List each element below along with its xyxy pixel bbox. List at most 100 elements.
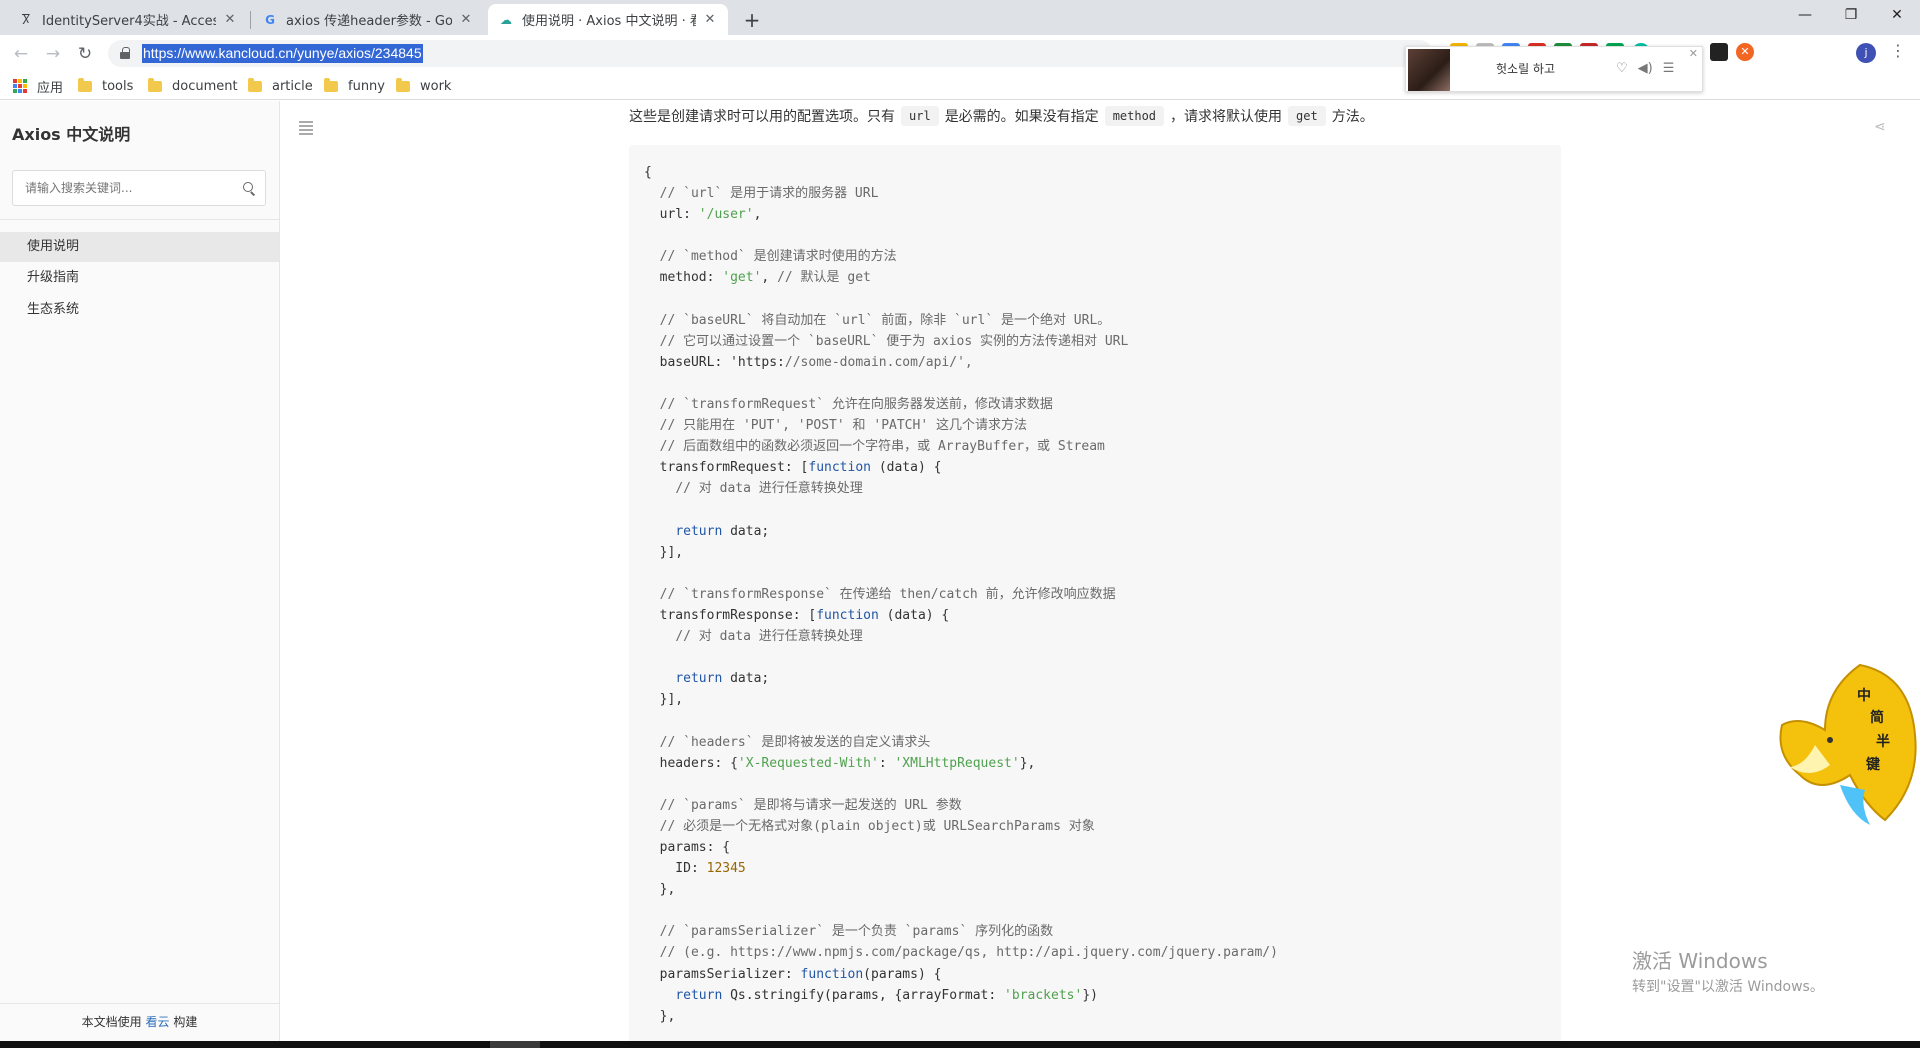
close-icon[interactable]: ✕ <box>1689 47 1698 60</box>
code-line: // 对 data 进行任意转换处理 <box>675 481 863 497</box>
ime-char: 半 <box>1876 734 1890 750</box>
folder-icon <box>148 77 162 92</box>
restore-button[interactable]: ❐ <box>1828 0 1874 30</box>
tab-strip: Ⴟ IdentityServer4实战 - AccessTo ✕ G axios… <box>0 0 1920 35</box>
code-line: ​ <box>644 647 1278 668</box>
inline-code: method <box>1104 106 1165 126</box>
folder-icon <box>248 77 262 92</box>
search-box <box>12 170 266 206</box>
playlist-icon[interactable]: ☰ <box>1663 61 1675 76</box>
kancloud-link[interactable]: 看云 <box>145 1015 169 1029</box>
code-line: // `baseURL` 将自动加在 `url` 前面，除非 `url` 是一个… <box>659 312 1111 328</box>
album-art <box>1408 49 1450 91</box>
sidebar-footer: 本文档使用 看云 构建 <box>0 1003 279 1041</box>
share-icon[interactable]: ⋖ <box>1874 119 1886 135</box>
ime-char: 键 <box>1866 757 1880 773</box>
watermark-line1: 激活 Windows <box>1632 949 1768 973</box>
code-line: // `transformResponse` 在传递给 then/catch 前… <box>659 586 1116 602</box>
tab-close-icon[interactable]: ✕ <box>458 12 474 28</box>
bookmark-folder-document[interactable]: document <box>148 76 238 96</box>
folder-icon <box>324 77 338 92</box>
extension-icon[interactable] <box>1710 43 1728 61</box>
tab-identityserver[interactable]: Ⴟ IdentityServer4实战 - AccessTo ✕ <box>8 4 248 35</box>
url-text[interactable]: https://www.kancloud.cn/yunye/axios/2348… <box>142 44 423 63</box>
search-input[interactable] <box>13 171 223 205</box>
ime-mascot-widget[interactable]: 中 简 半 键 <box>1770 655 1920 830</box>
code-line: transformResponse: [function (data) { <box>644 607 950 623</box>
intro-text: 方法。 <box>1331 109 1374 125</box>
sidebar-item-ecosystem[interactable]: 生态系统 <box>0 295 279 325</box>
volume-icon[interactable]: ◀) <box>1638 61 1653 76</box>
code-line: // `headers` 是即将被发送的自定义请求头 <box>659 734 931 750</box>
profile-avatar[interactable]: j <box>1856 43 1876 63</box>
tab-google-search[interactable]: G axios 传递header参数 - Google ✕ <box>252 4 484 35</box>
code-line: params: { <box>644 840 731 855</box>
tab-title: 使用说明 · Axios 中文说明 · 看云 <box>522 14 696 29</box>
bookmark-apps[interactable]: 应用 <box>13 76 63 96</box>
taskbar-item[interactable] <box>490 1041 540 1048</box>
sidebar: Axios 中文说明 使用说明 升级指南 生态系统 本文档使用 看云 构建 <box>0 101 280 1041</box>
tab-axios-docs[interactable]: ☁ 使用说明 · Axios 中文说明 · 看云 ✕ <box>488 4 728 35</box>
code-line: ​ <box>644 289 1278 310</box>
menu-toggle-icon[interactable] <box>299 121 313 135</box>
bookmark-label: 应用 <box>37 80 64 96</box>
apps-grid-icon <box>13 79 27 93</box>
code-line: // `paramsSerializer` 是一个负责 `params` 序列化… <box>659 924 1054 940</box>
ime-char: 简 <box>1870 710 1884 726</box>
kancloud-icon: ☁ <box>500 12 512 27</box>
extension-icon[interactable]: ✕ <box>1736 43 1754 61</box>
code-line: // `params` 是即将与请求一起发送的 URL 参数 <box>659 797 962 813</box>
new-tab-button[interactable]: + <box>738 6 766 34</box>
bookmark-label: work <box>420 78 452 94</box>
back-button[interactable]: ← <box>8 41 34 67</box>
tab-separator <box>250 11 251 29</box>
code-line: }, <box>644 882 676 898</box>
intro-text: 这些是创建请求时可以用的配置选项。只有 <box>629 109 895 125</box>
forward-button[interactable]: → <box>40 41 66 67</box>
windows-activation-watermark: 激活 Windows 转到"设置"以激活 Windows。 <box>1632 945 1824 996</box>
reload-button[interactable]: ↻ <box>72 41 98 67</box>
code-line: return data; <box>675 671 770 687</box>
code-line: paramsSerializer: function(params) { <box>644 966 942 982</box>
code-line: // 只能用在 'PUT', 'POST' 和 'PATCH' 这几个请求方法 <box>659 418 1027 434</box>
tab-title: axios 传递header参数 - Google <box>286 14 452 29</box>
bookmark-folder-article[interactable]: article <box>248 76 313 96</box>
bookmark-folder-work[interactable]: work <box>396 76 451 96</box>
code-line: url: '/user', <box>644 207 762 223</box>
code-line: method: 'get', // 默认是 get <box>644 270 871 286</box>
code-block: { // `url` 是用于请求的服务器 URL url: '/user',​ … <box>629 145 1561 1041</box>
footer-prefix: 本文档使用 <box>81 1015 142 1029</box>
code-line: ​ <box>644 373 1278 394</box>
taskbar <box>0 1041 1920 1048</box>
music-controls: ♡ ◀) ☰ <box>1616 61 1674 76</box>
minimize-button[interactable]: — <box>1782 0 1828 30</box>
bookmark-folder-funny[interactable]: funny <box>324 76 385 96</box>
lock-icon <box>120 47 130 59</box>
code-line: ​ <box>644 225 1278 246</box>
browser-menu-icon[interactable]: ⋮ <box>1890 41 1906 60</box>
code-line: return data; <box>675 523 770 539</box>
book-title[interactable]: Axios 中文说明 <box>12 121 130 145</box>
tab-close-icon[interactable]: ✕ <box>702 12 718 28</box>
code-line: ​ <box>644 563 1278 584</box>
music-player-popup: 헛소릴 하고 ♡ ◀) ☰ ✕ <box>1405 46 1703 92</box>
bookmark-label: tools <box>102 78 134 94</box>
sidebar-item-usage[interactable]: 使用说明 <box>0 232 279 262</box>
sidebar-item-upgrade-guide[interactable]: 升级指南 <box>0 263 279 293</box>
code-line: // `method` 是创建请求时使用的方法 <box>659 249 897 265</box>
code-line: }, <box>644 1008 676 1024</box>
code-line: // 必须是一个无格式对象(plain object)或 URLSearchPa… <box>659 818 1095 834</box>
address-bar[interactable]: https://www.kancloud.cn/yunye/axios/2348… <box>108 40 1433 67</box>
tab-close-icon[interactable]: ✕ <box>222 12 238 28</box>
search-icon[interactable] <box>243 182 255 194</box>
close-window-button[interactable]: ✕ <box>1874 0 1920 30</box>
footer-suffix: 构建 <box>173 1015 198 1029</box>
divider <box>0 219 279 220</box>
google-g-icon: G <box>265 12 275 27</box>
code-line: // 它可以通过设置一个 `baseURL` 便于为 axios 实例的方法传递… <box>659 333 1129 349</box>
inline-code: url <box>901 106 939 126</box>
code-line: // (e.g. https://www.npmjs.com/package/q… <box>659 945 1278 961</box>
bookmark-folder-tools[interactable]: tools <box>78 76 133 96</box>
folder-icon <box>396 77 410 92</box>
heart-icon[interactable]: ♡ <box>1616 61 1628 76</box>
